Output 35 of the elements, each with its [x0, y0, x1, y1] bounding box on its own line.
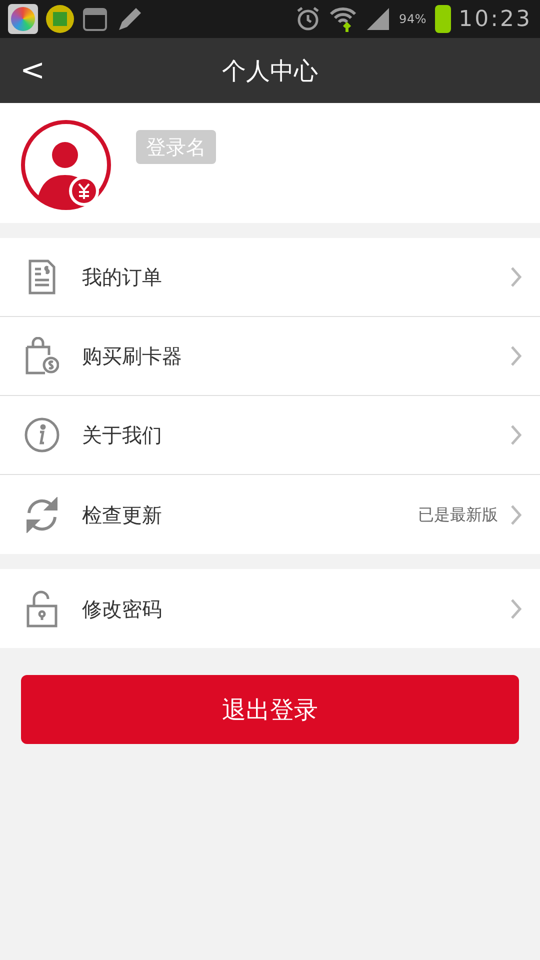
document-icon [28, 259, 56, 295]
logout-button[interactable]: 退出登录 [21, 675, 519, 744]
chevron-right-icon [510, 345, 522, 367]
menu-item[interactable]: 关于我们 [0, 396, 540, 475]
chevron-right-icon [510, 504, 522, 526]
chevron-right-icon [510, 424, 522, 446]
user-avatar-icon [20, 119, 112, 211]
clock-time: 10:23 [458, 6, 532, 34]
menu-label: 购买刷卡器 [82, 343, 183, 370]
menu-item[interactable]: 修改密码 [0, 569, 540, 648]
menu-label: 检查更新 [82, 502, 163, 528]
unlocked-padlock-icon [26, 590, 58, 628]
shopping-bag-icon [25, 337, 59, 375]
page-title: 个人中心 [222, 56, 318, 86]
info-icon [24, 417, 60, 453]
menu-item[interactable]: 我的订单 [0, 238, 540, 317]
app-icon [8, 4, 38, 34]
wifi-icon [329, 5, 358, 33]
menu-label: 我的订单 [82, 264, 163, 291]
chevron-right-icon [510, 598, 522, 620]
back-button[interactable]: < [16, 48, 50, 93]
menu-item[interactable]: 购买刷卡器 [0, 317, 540, 396]
calendar-icon [82, 6, 108, 32]
alarm-clock-icon [295, 6, 322, 32]
app-icon [46, 5, 74, 33]
menu-label: 关于我们 [82, 422, 163, 449]
refresh-icon [24, 496, 60, 532]
pencil-icon [116, 5, 144, 33]
battery-icon [434, 5, 451, 33]
menu-item[interactable]: 检查更新 已是最新版 [0, 475, 540, 554]
menu-label: 修改密码 [82, 596, 163, 622]
version-status: 已是最新版 [418, 504, 498, 526]
chevron-right-icon [510, 266, 522, 288]
signal-icon [365, 6, 392, 32]
battery-percent: 94% [399, 11, 427, 28]
